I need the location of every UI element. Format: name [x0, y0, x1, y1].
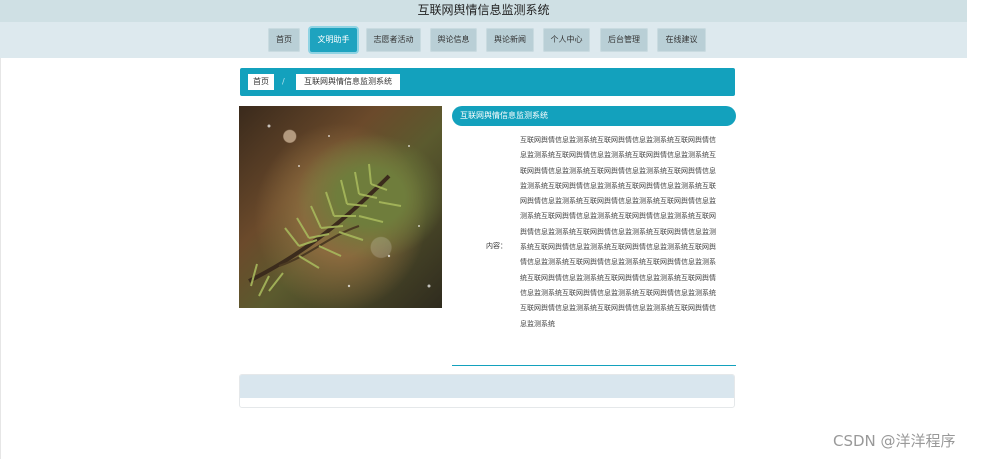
detail-image — [239, 106, 442, 308]
page-left-border — [0, 58, 1, 459]
watermark: CSDN @洋洋程序 — [833, 432, 956, 450]
site-title: 互联网舆情信息监测系统 — [417, 3, 550, 17]
main-nav: 首页 文明助手 志愿者活动 舆论信息 舆论新闻 个人中心 后台管理 在线建议 — [0, 22, 967, 58]
breadcrumb-separator: / — [282, 77, 285, 86]
breadcrumb-home-link[interactable]: 首页 — [248, 74, 274, 90]
nav-item-volunteer-activities[interactable]: 志愿者活动 — [366, 28, 421, 52]
site-header: 互联网舆情信息监测系统 — [0, 0, 967, 22]
content-body: 互联网舆情信息监测系统互联网舆情信息监测系统互联网舆情信息监测系统互联网舆情信息… — [520, 136, 716, 328]
breadcrumb-current: 互联网舆情信息监测系统 — [296, 74, 400, 90]
pine-branch-illustration — [248, 124, 431, 297]
nav-item-online-suggestions[interactable]: 在线建议 — [657, 28, 706, 52]
breadcrumb: 首页 / 互联网舆情信息监测系统 — [240, 68, 735, 96]
nav-item-civility-assistant[interactable]: 文明助手 — [310, 28, 357, 52]
nav-item-opinion-news[interactable]: 舆论新闻 — [486, 28, 534, 52]
nav-item-home[interactable]: 首页 — [268, 28, 300, 52]
comment-panel — [239, 374, 735, 408]
nav-item-admin[interactable]: 后台管理 — [600, 28, 648, 52]
comment-panel-header — [240, 375, 734, 398]
nav-item-personal-center[interactable]: 个人中心 — [543, 28, 590, 52]
content-divider — [452, 365, 736, 366]
content-label: 内容： — [486, 242, 507, 250]
nav-item-public-opinion-info[interactable]: 舆论信息 — [430, 28, 477, 52]
detail-title: 互联网舆情信息监测系统 — [452, 106, 736, 126]
